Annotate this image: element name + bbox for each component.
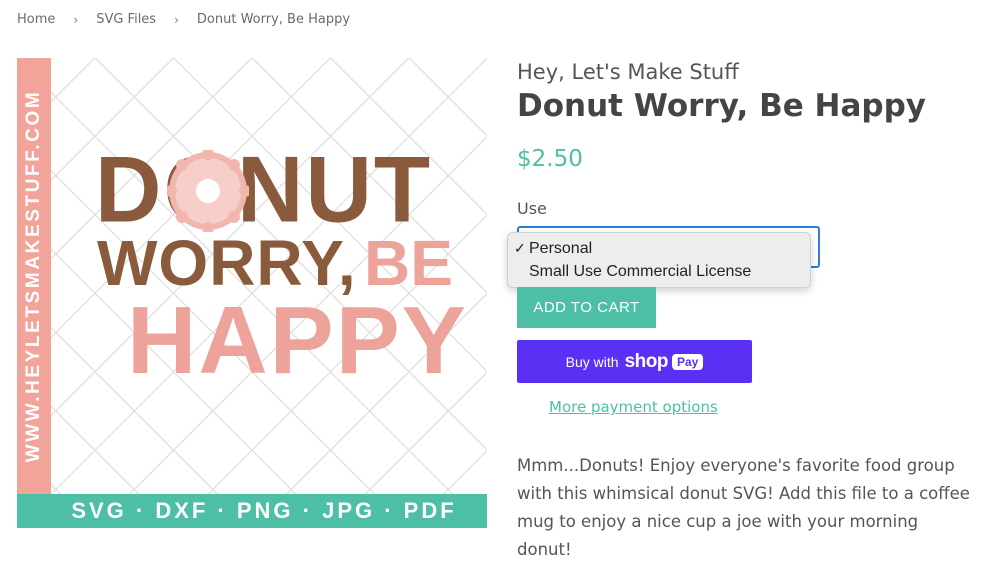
art-word-happy: HAPPY xyxy=(127,287,468,394)
website-text: WWW.HEYLETSMAKESTUFF.COM xyxy=(23,89,44,463)
use-select-dropdown: ✓ Personal Small Use Commercial License xyxy=(507,232,811,288)
donut-icon xyxy=(167,150,249,232)
breadcrumb-separator: › xyxy=(174,12,179,27)
option-label: Use xyxy=(517,199,547,218)
breadcrumb-home[interactable]: Home xyxy=(17,12,55,27)
product-artwork: DONUT WORRY, BE HAPPY xyxy=(17,58,487,528)
shop-pay-prefix: Buy with xyxy=(565,353,619,370)
breadcrumb-current: Donut Worry, Be Happy xyxy=(196,12,351,27)
dropdown-option-personal[interactable]: ✓ Personal xyxy=(508,237,810,260)
product-vendor: Hey, Let's Make Stuff xyxy=(517,60,739,84)
option-label-commercial: Small Use Commercial License xyxy=(529,263,752,280)
product-image[interactable]: DONUT WORRY, BE HAPPY WWW.HEYLETSMAKESTU… xyxy=(17,58,487,528)
shop-pay-pill: Pay xyxy=(671,353,704,370)
breadcrumb-svg-files[interactable]: SVG Files xyxy=(96,12,156,27)
product-description: Mmm...Donuts! Enjoy everyone's favorite … xyxy=(517,456,970,559)
shop-pay-button[interactable]: Buy with shop Pay xyxy=(517,340,752,383)
website-strip: WWW.HEYLETSMAKESTUFF.COM xyxy=(17,58,51,494)
formats-text: SVG · DXF · PNG · JPG · PDF xyxy=(71,498,457,523)
dropdown-option-commercial[interactable]: Small Use Commercial License xyxy=(508,260,810,283)
more-payment-options-link[interactable]: More payment options xyxy=(549,398,718,416)
formats-strip: SVG · DXF · PNG · JPG · PDF xyxy=(17,494,487,528)
breadcrumb: Home › SVG Files › Donut Worry, Be Happy xyxy=(17,12,350,27)
breadcrumb-separator: › xyxy=(73,12,79,27)
option-label-personal: Personal xyxy=(529,240,593,257)
product-title: Donut Worry, Be Happy xyxy=(517,88,927,124)
product-price: $2.50 xyxy=(517,146,583,172)
shop-pay-logo: shop xyxy=(624,350,669,372)
checkmark-icon: ✓ xyxy=(514,240,526,256)
add-to-cart-button[interactable]: ADD TO CART xyxy=(517,287,656,328)
